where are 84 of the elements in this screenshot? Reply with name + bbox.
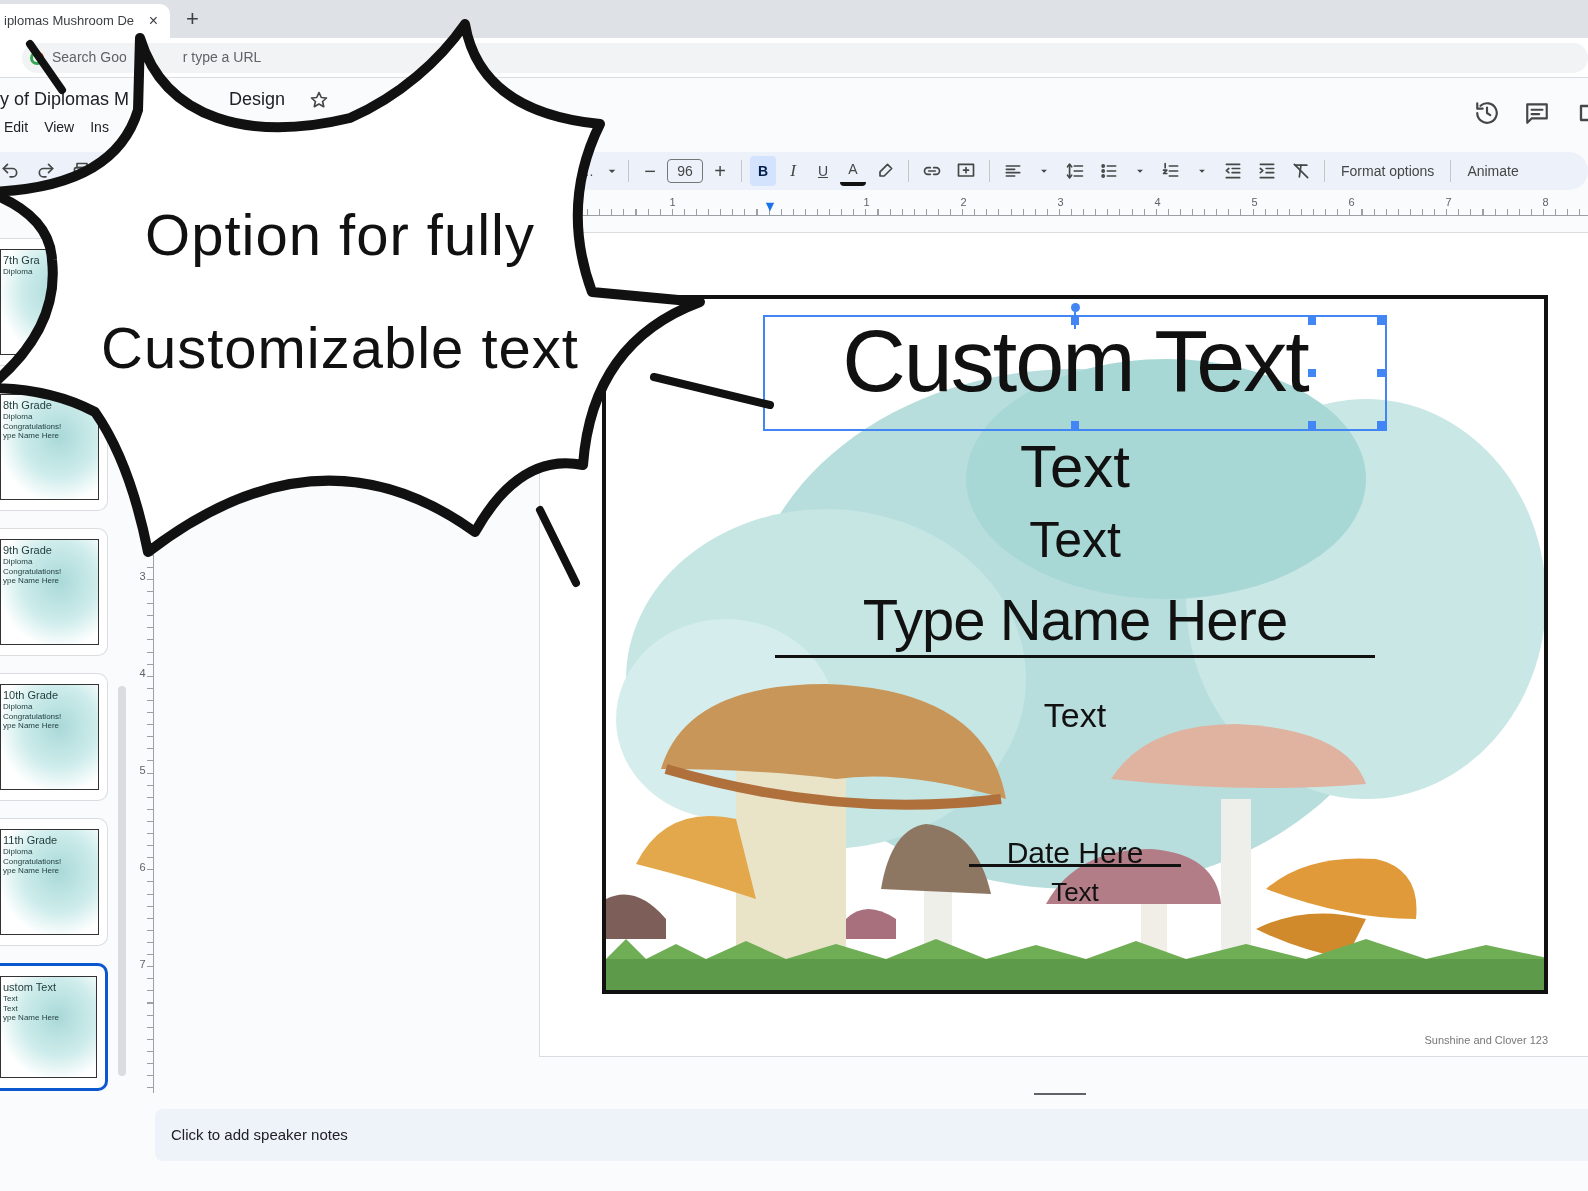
- ruler-number: 8: [1541, 195, 1550, 210]
- thumbnail-text: ype Name Here: [2, 721, 60, 731]
- speaker-notes-field[interactable]: Click to add speaker notes: [155, 1109, 1588, 1161]
- browser-logo-icon: [30, 50, 44, 65]
- history-icon[interactable]: [1474, 100, 1500, 126]
- slide-thumbnail[interactable]: 11th Grade Diploma Congratulations! ype Name Here: [0, 818, 108, 946]
- slide-title[interactable]: Custom Text: [765, 317, 1385, 429]
- increase-indent-icon[interactable]: [1257, 161, 1277, 181]
- thumbnail-text: ustom Text: [2, 981, 56, 995]
- thumbnail-text: Diploma: [2, 847, 33, 857]
- address-text: Search Goo: [52, 48, 127, 67]
- underline-button[interactable]: U: [810, 156, 836, 186]
- ruler-number: 2: [959, 195, 968, 210]
- callout-text: Customizable text: [100, 314, 580, 383]
- slide-thumbnail[interactable]: 9th Grade Diploma Congratulations! ype Name Here: [0, 528, 108, 656]
- address-bar[interactable]: Search Goo r type a URL: [22, 42, 1588, 73]
- new-tab-icon[interactable]: +: [186, 8, 199, 30]
- thumbnail-text: ype Name Here: [2, 1013, 60, 1023]
- ruler-number: 1: [668, 195, 677, 210]
- callout-text: Option for fully: [144, 201, 536, 269]
- thumbnail-text: Congratulations!: [2, 421, 62, 432]
- slide-text[interactable]: Text: [1029, 515, 1121, 565]
- thumbnail-text: Diploma: [2, 267, 33, 277]
- thumbnail-text: ype Name Here: [2, 431, 60, 441]
- scrollbar[interactable]: [118, 686, 126, 1076]
- thumbnail-text: Congratulations!: [2, 566, 62, 577]
- ruler-number: 5: [1250, 195, 1259, 210]
- ruler-number: 5: [138, 763, 147, 778]
- text-color-button[interactable]: A: [840, 156, 866, 186]
- close-icon[interactable]: ×: [148, 9, 158, 33]
- ruler-number: 6: [1347, 195, 1356, 210]
- ruler-number: 7: [1444, 195, 1453, 210]
- address-text: r type a URL: [182, 48, 262, 67]
- decrease-indent-icon[interactable]: [1223, 161, 1243, 181]
- star-icon[interactable]: [309, 89, 330, 110]
- thumbnail-text: 11th Grade: [2, 834, 58, 848]
- browser-tab[interactable]: iplomas Mushroom De ×: [0, 4, 170, 38]
- thumbnail-text: 9th Grade: [2, 544, 52, 558]
- document-title[interactable]: y of Diplomas M: [0, 86, 130, 113]
- slide-text[interactable]: Text: [1019, 437, 1130, 497]
- increase-size-button[interactable]: +: [707, 156, 733, 186]
- thumbnail-text: 7th Gra: [2, 254, 40, 268]
- slide-thumbnail[interactable]: 10th Grade Diploma Congratulations! ype Name Here: [0, 673, 108, 801]
- thumbnail-text: ype Name Here: [2, 576, 60, 586]
- ruler-number: 4: [1153, 195, 1162, 210]
- ruler-number: 3: [1056, 195, 1065, 210]
- font-size-field[interactable]: 96: [667, 159, 703, 183]
- slide-text[interactable]: Text: [1043, 698, 1107, 732]
- menu-item[interactable]: View: [44, 117, 75, 138]
- line-spacing-icon[interactable]: [1065, 161, 1085, 181]
- font-dropdown[interactable]: …: [574, 156, 600, 186]
- ruler-number: 1: [862, 195, 871, 210]
- thumbnail-text: 8th Grade: [2, 399, 52, 413]
- slide-thumbnail[interactable]: ustom Text Text Text ype Name Here: [0, 963, 108, 1091]
- animate-button[interactable]: Animate: [1459, 156, 1527, 186]
- thumbnail-text: Diploma: [2, 702, 33, 712]
- tab-title: iplomas Mushroom De: [4, 12, 135, 31]
- thumbnail-text: Diploma: [2, 557, 33, 567]
- thumbnail-text: Congratulations!: [2, 856, 62, 867]
- redo-icon[interactable]: [36, 161, 56, 181]
- decrease-size-button[interactable]: −: [637, 156, 663, 186]
- ruler-number: 3: [138, 569, 147, 584]
- ruler-number: 7: [138, 957, 147, 972]
- format-options-button[interactable]: Format options: [1333, 156, 1443, 186]
- ruler-number: 4: [138, 666, 147, 681]
- bulleted-list-icon[interactable]: [1099, 161, 1119, 181]
- document-title[interactable]: Design: [229, 86, 286, 113]
- thumbnail-text: Text: [2, 994, 18, 1004]
- bold-button[interactable]: B: [750, 156, 776, 186]
- thumbnail-text: Congratulations!: [2, 711, 62, 722]
- italic-button[interactable]: I: [780, 156, 806, 186]
- menu-item[interactable]: Edit: [4, 117, 29, 138]
- date-placeholder-text[interactable]: Date Here: [1006, 838, 1144, 868]
- footer-credit: Sunshine and Clover 123: [1423, 1033, 1548, 1048]
- slide-text[interactable]: Text: [1051, 879, 1099, 905]
- undo-icon[interactable]: [0, 161, 20, 181]
- ruler-number: 6: [138, 860, 147, 875]
- comment-icon[interactable]: [1524, 100, 1550, 126]
- menu-item[interactable]: Ins: [90, 117, 109, 138]
- thumbnail-text: ype Name Here: [2, 866, 60, 876]
- thumbnail-text: 10th Grade: [2, 689, 59, 703]
- clear-formatting-icon[interactable]: [1291, 161, 1311, 181]
- thumbnail-text: Text: [2, 1003, 18, 1014]
- thumbnail-text: Diploma: [2, 412, 33, 422]
